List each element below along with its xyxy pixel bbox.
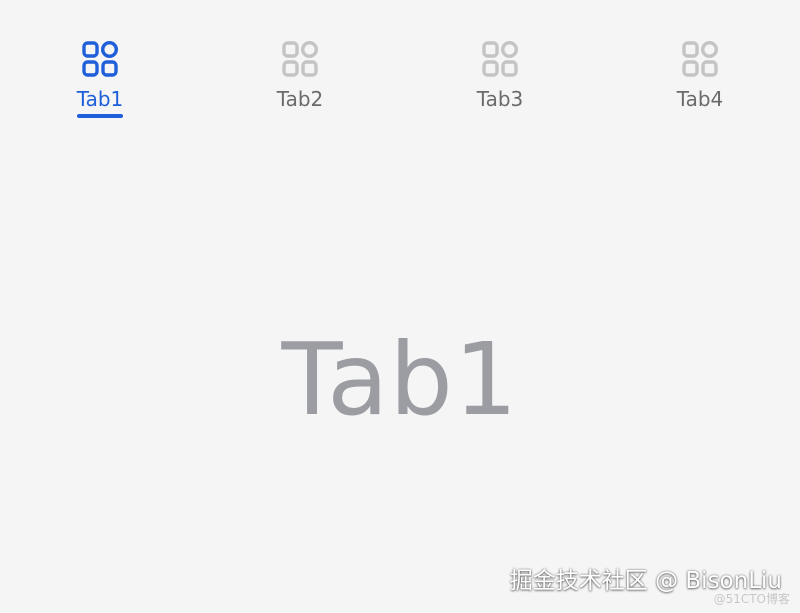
tab-2[interactable]: Tab2 bbox=[200, 0, 400, 130]
tab-label: Tab3 bbox=[476, 87, 524, 111]
tab-label: Tab2 bbox=[276, 87, 324, 111]
content-title: Tab1 bbox=[281, 321, 519, 438]
tab-3[interactable]: Tab3 bbox=[400, 0, 600, 130]
active-tab-indicator bbox=[77, 114, 123, 118]
tab-bar: Tab1 Tab2 Tab3 Tab4 bbox=[0, 0, 800, 130]
tab-1[interactable]: Tab1 bbox=[0, 0, 200, 130]
grid-icon bbox=[281, 40, 319, 78]
grid-icon bbox=[681, 40, 719, 78]
tab-label: Tab1 bbox=[76, 87, 124, 111]
grid-icon bbox=[481, 40, 519, 78]
tab-4[interactable]: Tab4 bbox=[600, 0, 800, 130]
watermark-sub: @51CTO博客 bbox=[713, 592, 790, 606]
tab-label: Tab4 bbox=[676, 87, 724, 111]
grid-icon bbox=[81, 40, 119, 78]
tab-content: Tab1 bbox=[0, 130, 800, 613]
